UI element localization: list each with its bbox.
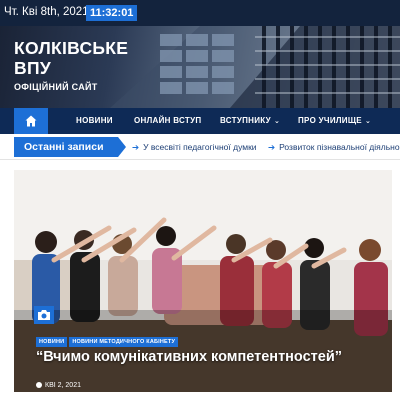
chevron-down-icon: ⌄	[273, 118, 281, 125]
nav-item-online-admission-label: ОНЛАЙН ВСТУП	[134, 116, 202, 125]
post-date-text: КВІ 2, 2021	[45, 382, 81, 389]
arrow-right-icon: ➔	[268, 142, 276, 152]
site-title-line2: ВПУ	[14, 58, 52, 78]
post-date: КВІ 2, 2021	[36, 382, 81, 389]
current-date: Чт. Кві 8th, 2021	[4, 6, 89, 18]
nav-item-applicant-label: ВСТУПНИКУ	[220, 116, 271, 125]
clock-icon	[36, 382, 42, 388]
arrow-right-icon: ➔	[132, 142, 140, 152]
site-subtitle: ОФІЦІЙНИЙ САЙТ	[14, 82, 98, 92]
ticker-link-text: Розвиток пізнавальної діяльно	[279, 142, 400, 152]
post-headline[interactable]: “Вчимо комунікативних компетентностей”	[36, 349, 342, 365]
nav-item-about-label: ПРО УЧИЛИЩЕ	[298, 116, 362, 125]
chevron-down-icon: ⌄	[364, 118, 372, 125]
ticker-link-text: У всесвіті педагогічної думки	[143, 142, 257, 152]
nav-item-about[interactable]: ПРО УЧИЛИЩЕ ⌄	[298, 116, 371, 125]
current-time: 11:32:01	[86, 5, 138, 21]
nav-item-news-label: НОВИНИ	[76, 116, 113, 125]
latest-posts-label: Останні записи	[14, 137, 126, 157]
top-bar: Чт. Кві 8th, 2021 11:32:01	[0, 0, 400, 26]
main-nav: НОВИНИ ОНЛАЙН ВСТУП ВСТУПНИКУ ⌄ ПРО УЧИЛИ…	[0, 108, 400, 134]
nav-item-online-admission[interactable]: ОНЛАЙН ВСТУП	[134, 116, 201, 125]
latest-posts-ticker: Останні записи ➔ У всесвіті педагогічної …	[0, 134, 400, 160]
home-button[interactable]	[14, 108, 48, 134]
site-title[interactable]: КОЛКІВСЬКЕ ВПУ	[14, 38, 128, 78]
tag-news[interactable]: НОВИНИ	[36, 337, 68, 347]
site-header: КОЛКІВСЬКЕ ВПУ ОФІЦІЙНИЙ САЙТ	[0, 26, 400, 108]
nav-item-news[interactable]: НОВИНИ	[76, 116, 113, 125]
camera-icon	[38, 310, 50, 320]
page: Чт. Кві 8th, 2021 11:32:01 КОЛКІВСЬКЕ ВП…	[0, 0, 400, 400]
home-icon	[25, 115, 37, 127]
camera-icon-badge	[34, 306, 54, 324]
ticker-link[interactable]: ➔ У всесвіті педагогічної думки	[132, 142, 257, 153]
nav-item-applicant[interactable]: ВСТУПНИКУ ⌄	[220, 116, 280, 125]
tag-methodical-news[interactable]: НОВИНИ МЕТОДИЧНОГО КАБІНЕТУ	[69, 337, 179, 347]
site-title-line1: КОЛКІВСЬКЕ	[14, 38, 129, 58]
ticker-link[interactable]: ➔ Розвиток пізнавальної діяльно	[268, 142, 400, 153]
